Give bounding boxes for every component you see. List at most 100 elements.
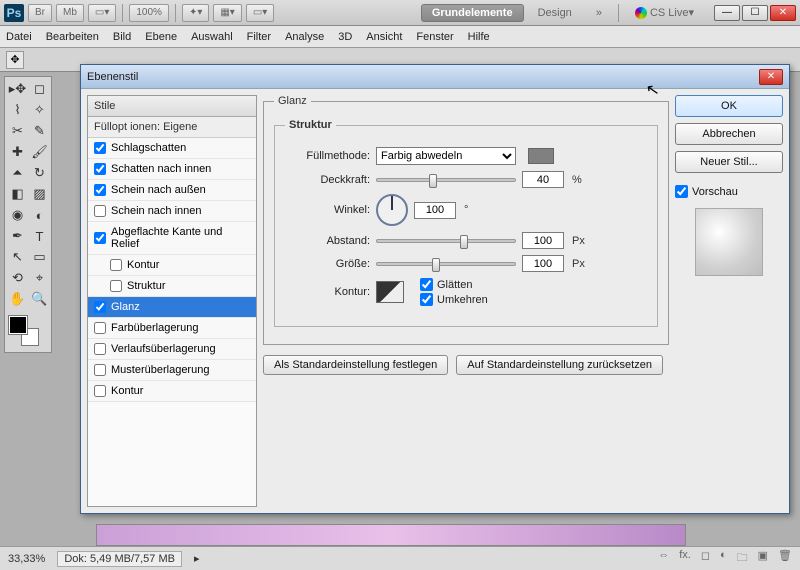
size-slider[interactable] [376, 262, 516, 266]
menu-analyse[interactable]: Analyse [285, 31, 324, 43]
dodge-tool[interactable]: ◐ [29, 205, 50, 225]
angle-input[interactable] [414, 202, 456, 219]
window-close[interactable]: ✕ [770, 5, 796, 21]
minibridge-button[interactable]: Mb [56, 4, 84, 22]
style-item-6[interactable]: Struktur [88, 276, 256, 297]
menu-hilfe[interactable]: Hilfe [468, 31, 490, 43]
style-item-checkbox[interactable] [94, 184, 106, 196]
style-item-7[interactable]: Glanz [88, 297, 256, 318]
style-item-10[interactable]: Musterüberlagerung [88, 360, 256, 381]
color-swatches[interactable] [7, 314, 50, 350]
adjust-icon[interactable]: ◐ [720, 549, 727, 568]
style-item-4[interactable]: Abgeflachte Kante und Relief [88, 222, 256, 255]
zoom-level[interactable]: 100% [129, 4, 169, 22]
antialias-checkbox[interactable]: Glätten [420, 278, 488, 291]
3d-tool[interactable]: ⟲ [7, 268, 28, 288]
pen-tool[interactable]: ✒ [7, 226, 28, 246]
new-style-button[interactable]: Neuer Stil... [675, 151, 783, 173]
status-zoom[interactable]: 33,33% [8, 553, 45, 565]
preview-checkbox[interactable]: Vorschau [675, 185, 783, 198]
style-item-9[interactable]: Verlaufsüberlagerung [88, 339, 256, 360]
screen-mode-button[interactable]: ▭▾ [88, 4, 116, 22]
style-item-checkbox[interactable] [94, 301, 106, 313]
camera-tool[interactable]: ⌖ [29, 268, 50, 288]
active-tool-icon[interactable]: ✥ [6, 51, 24, 69]
crop-tool[interactable]: ✂ [7, 121, 28, 141]
ok-button[interactable]: OK [675, 95, 783, 117]
style-item-checkbox[interactable] [110, 259, 122, 271]
trash-icon[interactable]: 🗑 [778, 549, 792, 568]
marquee-tool[interactable]: ◻ [29, 79, 50, 99]
hand-button[interactable]: ✦▾ [182, 4, 209, 22]
bridge-button[interactable]: Br [28, 4, 52, 22]
shape-tool[interactable]: ▭ [29, 247, 50, 267]
style-item-checkbox[interactable] [94, 385, 106, 397]
lasso-tool[interactable]: ⌇ [7, 100, 28, 120]
brush-tool[interactable]: 🖌 [29, 142, 50, 162]
blend-options-header[interactable]: Füllopt ionen: Eigene [88, 117, 256, 138]
new-icon[interactable]: ▣ [758, 549, 768, 568]
menu-ebene[interactable]: Ebene [145, 31, 177, 43]
fg-color-swatch[interactable] [9, 316, 27, 334]
move-tool[interactable]: ▸✥ [7, 79, 28, 99]
style-item-11[interactable]: Kontur [88, 381, 256, 402]
contour-picker[interactable] [376, 281, 404, 303]
size-input[interactable] [522, 255, 564, 272]
type-tool[interactable]: T [29, 226, 50, 246]
menu-datei[interactable]: Datei [6, 31, 32, 43]
dialog-close-button[interactable]: ✕ [759, 69, 783, 85]
style-item-checkbox[interactable] [94, 205, 106, 217]
opacity-slider[interactable] [376, 178, 516, 182]
satin-color-swatch[interactable] [528, 148, 554, 164]
stamp-tool[interactable]: ⏶ [7, 163, 28, 183]
menu-bearbeiten[interactable]: Bearbeiten [46, 31, 99, 43]
arrange-button[interactable]: ▦▾ [213, 4, 241, 22]
view-button[interactable]: ▭▾ [246, 4, 274, 22]
menu-3d[interactable]: 3D [338, 31, 352, 43]
menu-ansicht[interactable]: Ansicht [366, 31, 402, 43]
distance-slider[interactable] [376, 239, 516, 243]
distance-input[interactable] [522, 232, 564, 249]
workspace-more[interactable]: » [586, 5, 612, 21]
link-icon[interactable]: ⇔ [658, 549, 669, 568]
status-doc[interactable]: Dok: 5,49 MB/7,57 MB [57, 551, 182, 567]
style-item-checkbox[interactable] [94, 142, 106, 154]
angle-dial[interactable] [376, 194, 408, 226]
menu-bild[interactable]: Bild [113, 31, 131, 43]
dialog-titlebar[interactable]: Ebenenstil ✕ [81, 65, 789, 89]
wand-tool[interactable]: ✧ [29, 100, 50, 120]
invert-checkbox[interactable]: Umkehren [420, 293, 488, 306]
menu-auswahl[interactable]: Auswahl [191, 31, 233, 43]
path-tool[interactable]: ↖ [7, 247, 28, 267]
opacity-input[interactable] [522, 171, 564, 188]
make-default-button[interactable]: Als Standardeinstellung festlegen [263, 355, 448, 375]
style-item-2[interactable]: Schein nach außen [88, 180, 256, 201]
workspace-tab-grundelemente[interactable]: Grundelemente [421, 4, 524, 22]
mask-icon[interactable]: ◻ [701, 549, 710, 568]
zoom-tool[interactable]: 🔍 [29, 289, 50, 309]
style-item-8[interactable]: Farbüberlagerung [88, 318, 256, 339]
menu-filter[interactable]: Filter [247, 31, 271, 43]
cancel-button[interactable]: Abbrechen [675, 123, 783, 145]
styles-header[interactable]: Stile [88, 96, 256, 117]
history-brush-tool[interactable]: ↻ [29, 163, 50, 183]
eraser-tool[interactable]: ◧ [7, 184, 28, 204]
style-item-checkbox[interactable] [94, 232, 106, 244]
style-item-checkbox[interactable] [94, 163, 106, 175]
blur-tool[interactable]: ◉ [7, 205, 28, 225]
menu-fenster[interactable]: Fenster [416, 31, 453, 43]
cslive-button[interactable]: CS Live ▾ [625, 4, 704, 21]
heal-tool[interactable]: ✚ [7, 142, 28, 162]
fx-icon[interactable]: fx. [679, 549, 691, 568]
folder-icon[interactable]: 🗀 [737, 549, 748, 568]
style-item-3[interactable]: Schein nach innen [88, 201, 256, 222]
style-item-0[interactable]: Schlagschatten [88, 138, 256, 159]
reset-default-button[interactable]: Auf Standardeinstellung zurücksetzen [456, 355, 663, 375]
window-minimize[interactable]: — [714, 5, 740, 21]
gradient-tool[interactable]: ▨ [29, 184, 50, 204]
blendmode-select[interactable]: Farbig abwedeln [376, 147, 516, 165]
window-maximize[interactable]: ☐ [742, 5, 768, 21]
style-item-checkbox[interactable] [94, 322, 106, 334]
style-item-5[interactable]: Kontur [88, 255, 256, 276]
style-item-checkbox[interactable] [94, 364, 106, 376]
